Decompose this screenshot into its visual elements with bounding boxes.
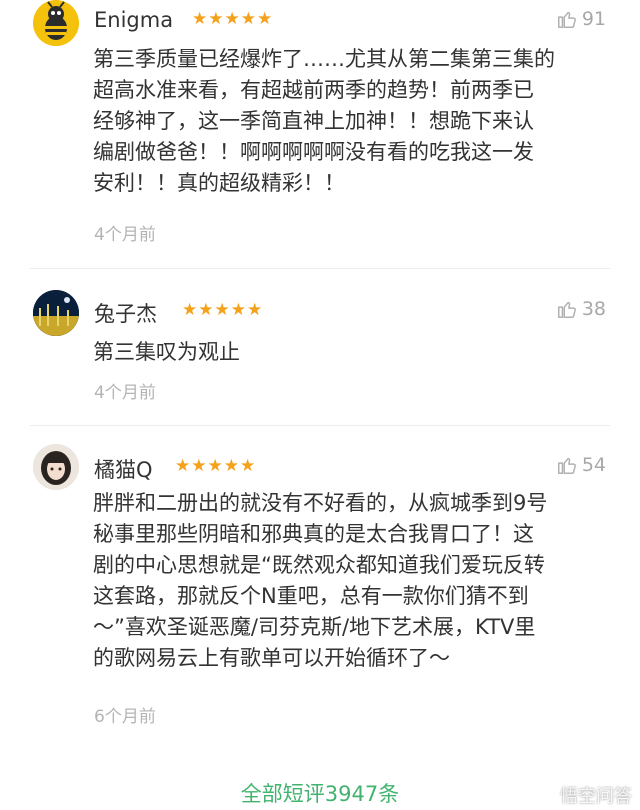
girl-avatar-icon (33, 444, 79, 490)
like-count: 91 (581, 8, 606, 30)
username[interactable]: 橘猫Q (94, 454, 153, 484)
thumbs-up-icon (557, 301, 576, 318)
divider (30, 425, 610, 426)
avatar[interactable] (33, 0, 79, 46)
comment-text: 胖胖和二册出的就没有不好看的，从疯城季到9号 秘事里那些阴暗和邪典真的是太合我胃… (93, 491, 548, 670)
thumbs-up-icon (557, 11, 576, 28)
username[interactable]: Enigma (94, 8, 173, 32)
rating-stars: ★★★★★ (175, 456, 257, 476)
like-count: 54 (581, 454, 606, 476)
like-button[interactable]: 38 (556, 298, 606, 320)
comment-time: 4个月前 (94, 225, 156, 245)
comment-time: 6个月前 (94, 707, 156, 727)
comment-item: Enigma ★★★★★ 91 第三季质量已经爆炸了……尤其从第二集第三集的 超… (0, 0, 640, 270)
like-button[interactable]: 54 (556, 454, 606, 476)
bee-avatar-icon (33, 0, 79, 46)
qa-logo-icon (534, 784, 556, 806)
avatar[interactable] (33, 444, 79, 490)
comment-time: 4个月前 (94, 383, 156, 403)
night-scene-avatar-icon (33, 290, 79, 336)
comment-item: 兔子杰 ★★★★★ 38 第三集叹为观止 4个月前 (0, 280, 640, 420)
watermark: 悟空问答 (534, 782, 632, 808)
thumbs-up-icon (557, 457, 576, 474)
comment-item: 橘猫Q ★★★★★ 54 胖胖和二册出的就没有不好看的，从疯城季到9号 秘事里那… (0, 430, 640, 740)
rating-stars: ★★★★★ (192, 9, 274, 29)
rating-stars: ★★★★★ (182, 300, 264, 320)
like-count: 38 (581, 298, 606, 320)
watermark-text: 悟空问答 (560, 786, 632, 807)
comment-text: 第三集叹为观止 (93, 340, 240, 364)
username[interactable]: 兔子杰 (94, 298, 157, 328)
comment-text: 第三季质量已经爆炸了……尤其从第二集第三集的 超高水准来看，有超越前两季的趋势！… (93, 47, 555, 195)
divider (30, 268, 610, 269)
like-button[interactable]: 91 (556, 8, 606, 30)
avatar[interactable] (33, 290, 79, 336)
